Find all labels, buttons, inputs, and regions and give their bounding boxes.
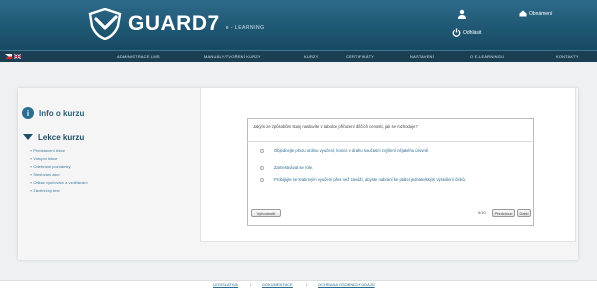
answer-option[interactable]: Zamestnávat se role. bbox=[260, 165, 530, 170]
footer: LEGISLATIVA | DOKUMENTACE | OCHRANA OSOB… bbox=[0, 282, 597, 288]
nav-item-courses[interactable]: KURZY bbox=[304, 54, 319, 59]
nav-item-about[interactable]: O E-LEARNINGU bbox=[470, 54, 504, 59]
contact-link[interactable]: Obnámení bbox=[519, 10, 552, 17]
brand-subtitle: e - LEARNING bbox=[225, 24, 265, 31]
shield-logo-icon bbox=[88, 8, 122, 40]
lesson-item[interactable]: » Sledování akcí bbox=[30, 172, 187, 180]
power-icon bbox=[452, 28, 461, 37]
nav-item-contacts[interactable]: KONTAKTY bbox=[556, 54, 579, 59]
next-button[interactable]: Další bbox=[517, 209, 531, 217]
course-info-link[interactable]: i Info o kurzu bbox=[22, 106, 187, 120]
evaluate-button[interactable]: Vyhodnotit bbox=[251, 209, 281, 217]
info-icon: i bbox=[22, 107, 34, 119]
footer-link-documentation[interactable]: DOKUMENTACE bbox=[262, 282, 293, 287]
answer-option-label: Probíjejte se kratinným vyučení přes než… bbox=[274, 177, 467, 182]
nav-item-certificates[interactable]: CERTIFIKÁTY bbox=[346, 54, 374, 59]
footer-link-legislation[interactable]: LEGISLATIVA bbox=[213, 282, 238, 287]
guard7-logo[interactable]: GUARD7 e - LEARNING bbox=[88, 8, 264, 40]
logout-button[interactable]: Odhlásit bbox=[452, 28, 481, 37]
answer-option-label: Objednejte plnou ordinu vyučení, konce v… bbox=[274, 148, 430, 153]
divider bbox=[247, 141, 534, 142]
brand-name: GUARD7 bbox=[128, 12, 220, 35]
nav-item-manuals[interactable]: MANUÁLY/TVOŘENÍ KURZY bbox=[204, 54, 261, 59]
footer-separator: | bbox=[250, 282, 252, 287]
answer-option[interactable]: Probíjejte se kratinným vyučení přes než… bbox=[260, 177, 530, 182]
quiz-question: Jakým ze způsobům stanj nastavíte v tabu… bbox=[253, 124, 418, 129]
lesson-item[interactable]: » Představení lekce bbox=[30, 148, 187, 156]
answer-option[interactable]: Objednejte plnou ordinu vyučení, konce v… bbox=[260, 148, 530, 153]
lessons-toggle[interactable]: Lekce kurzu bbox=[22, 130, 187, 144]
radio-button[interactable] bbox=[260, 148, 264, 153]
quiz-box bbox=[247, 118, 534, 226]
footer-divider bbox=[0, 280, 597, 281]
top-header: GUARD7 e - LEARNING Odhlásit Obnámení bbox=[0, 0, 597, 50]
lesson-item[interactable]: » Odebrané poznámky bbox=[30, 164, 187, 172]
page-indicator: 5/10 bbox=[478, 210, 486, 215]
main-nav: ADMINISTRACE LMS MANUÁLY/TVOŘENÍ KURZY K… bbox=[0, 50, 597, 62]
nav-item-admin[interactable]: ADMINISTRACE LMS bbox=[117, 54, 160, 59]
lesson-item[interactable]: » Odkaz vyučování a vzdělávání bbox=[30, 180, 187, 188]
user-area: Odhlásit bbox=[447, 9, 497, 41]
footer-separator: | bbox=[306, 282, 308, 287]
answer-option-label: Zamestnávat se role. bbox=[274, 165, 314, 170]
lesson-list: » Představení lekce » Vstupní lekce » Od… bbox=[22, 148, 187, 196]
course-sidebar: i Info o kurzu Lekce kurzu » Představení… bbox=[22, 106, 187, 196]
caret-down-icon bbox=[23, 134, 33, 140]
footer-link-privacy[interactable]: OCHRANA OSOBNÍCH ÚDAJŮ bbox=[318, 282, 375, 287]
logout-label: Odhlásit bbox=[463, 29, 482, 36]
lessons-title: Lekce kurzu bbox=[38, 132, 85, 142]
radio-button[interactable] bbox=[260, 165, 264, 170]
radio-button[interactable] bbox=[260, 177, 264, 182]
course-info-title: Info o kurzu bbox=[39, 108, 85, 118]
nav-item-settings[interactable]: NASTAVENÍ bbox=[410, 54, 434, 59]
lesson-item[interactable]: » Závěrečný test bbox=[30, 188, 187, 196]
user-icon[interactable] bbox=[457, 9, 467, 19]
previous-button[interactable]: Předchozí bbox=[492, 209, 515, 217]
home-icon bbox=[519, 10, 527, 17]
lesson-item[interactable]: » Vstupní lekce bbox=[30, 156, 187, 164]
contact-label: Obnámení bbox=[529, 10, 553, 17]
